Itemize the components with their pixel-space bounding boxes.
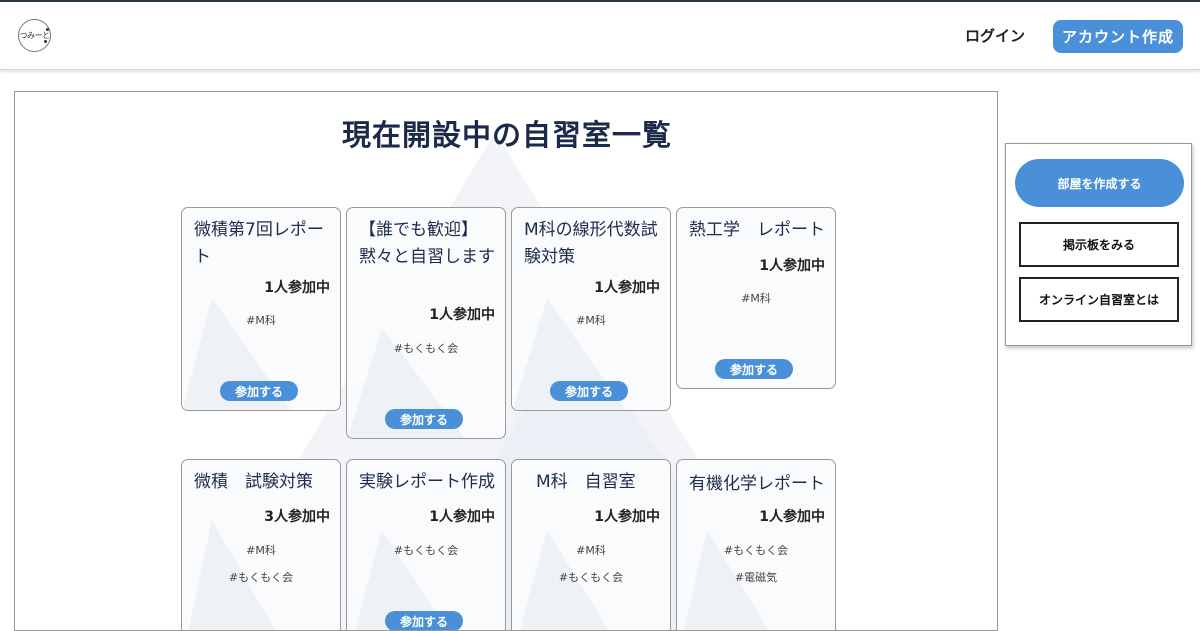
room-card[interactable]: M科 自習室 1人参加中 #M科 #もくもく会 xyxy=(511,459,671,630)
room-tag[interactable]: #もくもく会 xyxy=(347,340,505,356)
page-title: 現在開設中の自習室一覧 xyxy=(341,118,672,152)
participant-count: 1人参加中 xyxy=(429,307,495,323)
participant-count: 1人参加中 xyxy=(429,509,495,525)
room-tag[interactable]: #M科 xyxy=(182,542,340,558)
room-tag[interactable]: #M科 xyxy=(677,290,835,306)
participant-count: 1人参加中 xyxy=(759,509,825,525)
join-button[interactable]: 参加する xyxy=(220,381,298,401)
participant-count: 1人参加中 xyxy=(594,280,660,296)
participant-count: 3人参加中 xyxy=(264,509,330,525)
room-card[interactable]: 微積第7回レポート 1人参加中 #M科 参加する xyxy=(181,207,341,411)
room-card[interactable]: 有機化学レポート 1人参加中 #もくもく会 #電磁気 xyxy=(676,459,836,630)
room-title: 【誰でも歓迎】黙々と自習します xyxy=(359,220,495,267)
room-tag[interactable]: #もくもく会 xyxy=(347,542,505,558)
room-card[interactable]: 実験レポート作成 1人参加中 #もくもく会 参加する xyxy=(346,459,506,630)
logo-dot-icon xyxy=(46,28,49,31)
room-list-panel: 現在開設中の自習室一覧 微積第7回レポート 1人参加中 #M科 参加する 【誰で… xyxy=(14,91,998,631)
participant-count: 1人参加中 xyxy=(759,258,825,274)
logo-dot-icon xyxy=(44,40,47,43)
create-room-button[interactable]: 部屋を作成する xyxy=(1015,159,1184,207)
room-tag[interactable]: #M科 xyxy=(512,542,670,558)
site-logo[interactable]: つみーと xyxy=(18,19,51,52)
room-card[interactable]: M科の線形代数試験対策 1人参加中 #M科 参加する xyxy=(511,207,671,411)
room-tag[interactable]: #もくもく会 xyxy=(677,542,835,558)
join-button[interactable]: 参加する xyxy=(385,409,463,429)
room-title: M科 自習室 xyxy=(536,472,636,492)
mountain-background-icon xyxy=(196,132,804,630)
room-tag[interactable]: #M科 xyxy=(512,312,670,328)
participant-count: 1人参加中 xyxy=(594,509,660,525)
room-tag[interactable]: #もくもく会 xyxy=(182,569,340,585)
about-button[interactable]: オンライン自習室とは xyxy=(1019,277,1179,322)
room-title: 微積 試験対策 xyxy=(194,472,313,492)
create-account-button[interactable]: アカウント作成 xyxy=(1053,20,1183,53)
participant-count: 1人参加中 xyxy=(264,280,330,296)
room-tag[interactable]: #M科 xyxy=(182,312,340,328)
room-card[interactable]: 熱工学 レポート 1人参加中 #M科 参加する xyxy=(676,207,836,389)
room-title: M科の線形代数試験対策 xyxy=(524,220,658,267)
board-button[interactable]: 掲示板をみる xyxy=(1019,222,1179,267)
room-card[interactable]: 【誰でも歓迎】黙々と自習します 1人参加中 #もくもく会 参加する xyxy=(346,207,506,439)
join-button[interactable]: 参加する xyxy=(550,381,628,401)
site-header: つみーと ログイン アカウント作成 xyxy=(0,2,1200,70)
room-title: 微積第7回レポート xyxy=(194,220,324,267)
room-card[interactable]: 微積 試験対策 3人参加中 #M科 #もくもく会 xyxy=(181,459,341,630)
room-title: 熱工学 レポート xyxy=(689,220,825,240)
room-tag[interactable]: #もくもく会 xyxy=(512,569,670,585)
join-button[interactable]: 参加する xyxy=(715,359,793,379)
sidebar-menu: 部屋を作成する 掲示板をみる オンライン自習室とは xyxy=(1005,143,1192,346)
join-button[interactable]: 参加する xyxy=(385,611,463,630)
room-tag[interactable]: #電磁気 xyxy=(677,569,835,585)
login-link[interactable]: ログイン xyxy=(965,25,1025,46)
room-title: 実験レポート作成 xyxy=(359,472,495,492)
room-title: 有機化学レポート xyxy=(689,474,825,494)
